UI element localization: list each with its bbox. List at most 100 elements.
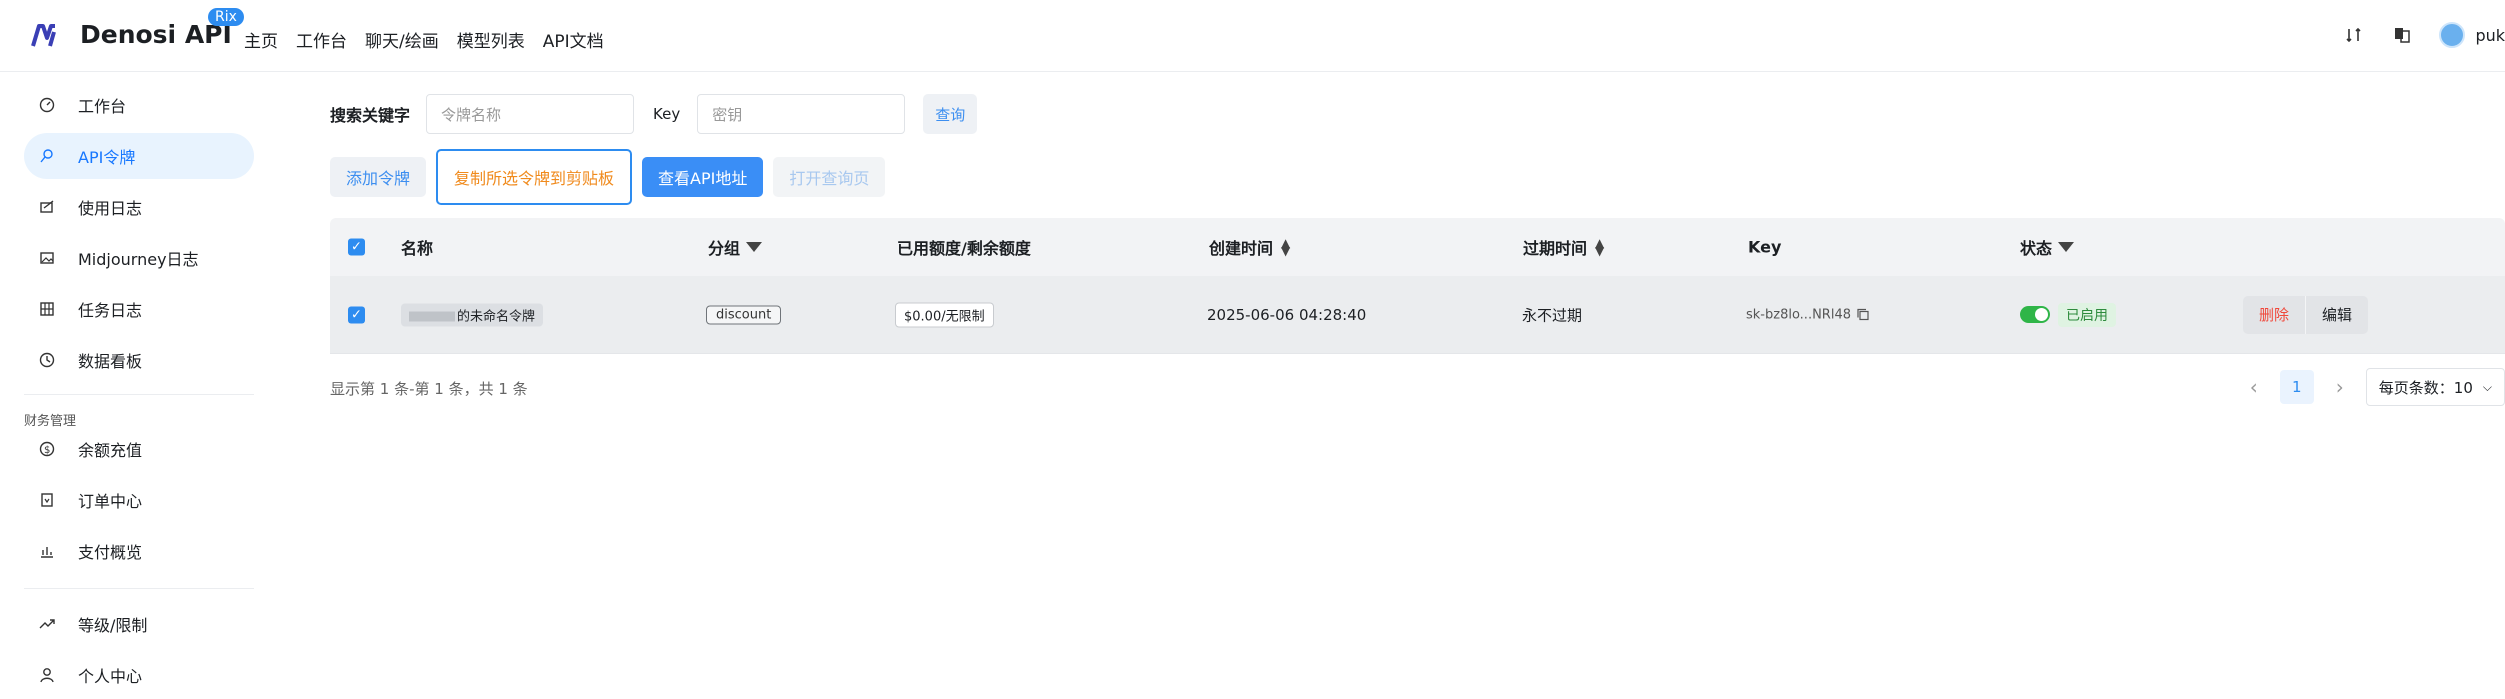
token-name-input[interactable]: 令牌名称	[426, 94, 635, 134]
filter-icon[interactable]	[746, 242, 763, 252]
avatar[interactable]	[2439, 22, 2466, 48]
page-size-select[interactable]: 每页条数：10 ⌵	[2365, 368, 2505, 406]
sort-icon[interactable]: ▲ ▼	[1281, 237, 1290, 257]
sidebar-item-usage-log[interactable]: 使用日志	[24, 184, 254, 230]
status-cell: 已启用	[2020, 302, 2116, 327]
col-quota: 已用额度/剩余额度	[897, 239, 1031, 258]
table-header: ✓ 名称 分组 已用额度/剩余额度 创建时间 ▲ ▼ 过期时间 ▲ ▼ Key 状态	[330, 218, 2505, 276]
key-icon	[38, 147, 56, 165]
col-status[interactable]: 状态	[2020, 235, 2075, 259]
sidebar-item-data-board[interactable]: 数据看板	[24, 337, 254, 383]
sidebar-item-recharge[interactable]: $ 余额充值	[24, 426, 254, 472]
col-name: 名称	[401, 239, 434, 258]
next-page-icon[interactable]: ›	[2336, 375, 2344, 399]
trend-icon	[38, 615, 56, 633]
nav-workbench[interactable]: 工作台	[296, 27, 347, 52]
sidebar-divider	[24, 394, 254, 395]
top-header: Denosi API Rix 主页 工作台 聊天/绘画 模型列表 API文档 p…	[0, 0, 2505, 72]
query-button[interactable]: 查询	[923, 94, 978, 134]
sort-icon[interactable]: ▲ ▼	[1595, 237, 1604, 257]
page-size-label: 每页条数：10	[2378, 378, 2473, 397]
sidebar-item-label: 工作台	[78, 97, 127, 116]
task-icon	[38, 300, 56, 318]
chart-icon	[38, 351, 56, 369]
sidebar-item-label: 数据看板	[78, 352, 143, 371]
token-name: 的未命名令牌	[401, 303, 544, 326]
bar-chart-icon	[38, 542, 56, 560]
key-text: sk-bz8lo...NRl48	[1746, 307, 1851, 322]
filter-icon[interactable]	[2058, 242, 2075, 252]
col-expire[interactable]: 过期时间 ▲ ▼	[1523, 235, 1604, 259]
key-value: sk-bz8lo...NRl48	[1746, 307, 1869, 322]
col-status-label: 状态	[2020, 239, 2053, 258]
brand-badge: Rix	[208, 8, 244, 26]
prev-page-icon[interactable]: ‹	[2250, 375, 2258, 399]
language-icon[interactable]	[2343, 24, 2365, 46]
brand-name[interactable]: Denosi API	[80, 20, 232, 49]
row-actions: 删除 编辑	[2243, 295, 2369, 334]
sidebar-item-api-tokens[interactable]: API令牌	[24, 133, 254, 179]
key-label: Key	[653, 105, 681, 123]
dashboard-icon	[38, 96, 56, 114]
view-api-button[interactable]: 查看API地址	[642, 157, 764, 197]
copy-tokens-button[interactable]: 复制所选令牌到剪贴板	[436, 149, 633, 205]
col-created-label: 创建时间	[1209, 239, 1274, 258]
copy-icon[interactable]	[1857, 308, 1869, 321]
sidebar-item-workbench[interactable]: 工作台	[24, 82, 254, 128]
search-bar: 搜索关键字 令牌名称 Key 密钥 查询	[330, 94, 978, 134]
quota-tag: $0.00/无限制	[895, 302, 994, 327]
pagination-info: 显示第 1 条-第 1 条，共 1 条	[330, 380, 528, 398]
status-toggle[interactable]	[2020, 306, 2050, 323]
sidebar-item-label: 个人中心	[78, 667, 143, 686]
col-group-label: 分组	[708, 239, 741, 258]
log-icon	[38, 198, 56, 216]
table-row[interactable]: ✓ 的未命名令牌 discount $0.00/无限制 2025-06-06 0…	[330, 276, 2505, 354]
nav-api-docs[interactable]: API文档	[543, 27, 604, 52]
search-label: 搜索关键字	[330, 106, 411, 125]
nav-models[interactable]: 模型列表	[457, 27, 525, 52]
pagination: ‹ 1 › 每页条数：10 ⌵	[2250, 368, 2505, 406]
sidebar-item-label: 支付概览	[78, 543, 143, 562]
username[interactable]: puk	[2475, 26, 2505, 45]
sidebar-item-level-limits[interactable]: 等级/限制	[24, 601, 254, 647]
group-tag: discount	[706, 305, 782, 324]
user-icon	[38, 666, 56, 684]
select-all-checkbox[interactable]: ✓	[348, 238, 365, 256]
sidebar-item-payment-overview[interactable]: 支付概览	[24, 528, 254, 574]
add-token-button[interactable]: 添加令牌	[330, 157, 427, 197]
top-nav: 主页 工作台 聊天/绘画 模型列表 API文档	[244, 27, 604, 52]
svg-text:$: $	[44, 445, 50, 456]
header-right: puk	[2343, 22, 2505, 48]
row-checkbox[interactable]: ✓	[348, 306, 365, 323]
col-created[interactable]: 创建时间 ▲ ▼	[1209, 235, 1290, 259]
sidebar-item-midjourney-log[interactable]: Midjourney日志	[24, 235, 254, 281]
redacted-block	[409, 311, 455, 322]
status-badge: 已启用	[2058, 302, 2116, 327]
edit-button[interactable]: 编辑	[2305, 295, 2369, 334]
col-key: Key	[1748, 237, 1782, 257]
page-number[interactable]: 1	[2279, 370, 2314, 404]
sidebar-item-profile[interactable]: 个人中心	[24, 652, 254, 698]
col-group[interactable]: 分组	[708, 235, 763, 259]
sidebar-item-orders[interactable]: 订单中心	[24, 477, 254, 523]
nav-home[interactable]: 主页	[244, 27, 278, 52]
key-input[interactable]: 密钥	[697, 94, 906, 134]
translate-icon[interactable]	[2391, 24, 2413, 46]
sidebar-item-label: 余额充值	[78, 441, 143, 460]
sidebar-item-label: Midjourney日志	[78, 250, 199, 269]
expire-time: 永不过期	[1522, 306, 1583, 324]
open-query-page-button[interactable]: 打开查询页	[773, 157, 886, 197]
action-bar: 添加令牌 复制所选令牌到剪贴板 查看API地址 打开查询页	[330, 149, 886, 205]
image-icon	[38, 249, 56, 267]
sidebar-divider	[24, 588, 254, 589]
created-time: 2025-06-06 04:28:40	[1207, 305, 1367, 324]
dollar-icon: $	[38, 440, 56, 458]
nav-chat[interactable]: 聊天/绘画	[365, 27, 439, 52]
token-table: ✓ 名称 分组 已用额度/剩余额度 创建时间 ▲ ▼ 过期时间 ▲ ▼ Key 状态…	[330, 218, 2505, 354]
col-expire-label: 过期时间	[1523, 239, 1588, 258]
delete-button[interactable]: 删除	[2243, 295, 2306, 334]
order-icon	[38, 491, 56, 509]
sidebar-item-label: 任务日志	[78, 301, 143, 320]
sidebar-item-label: API令牌	[78, 148, 136, 167]
sidebar-item-task-log[interactable]: 任务日志	[24, 286, 254, 332]
